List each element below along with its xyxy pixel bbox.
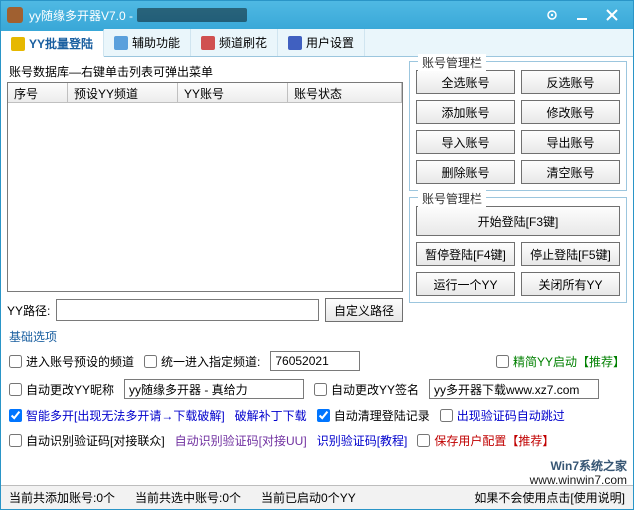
tab-label: 频道刷花 — [219, 34, 267, 51]
custom-path-button[interactable]: 自定义路径 — [325, 298, 403, 322]
watermark-title: Win7系统之家 — [550, 459, 627, 473]
tool-icon — [114, 36, 128, 50]
auto-clear-checkbox[interactable]: 自动清理登陆记录 — [317, 407, 430, 424]
app-icon — [7, 7, 23, 23]
auto-nick-checkbox[interactable]: 自动更改YY昵称 — [9, 381, 114, 398]
col-status: 账号状态 — [288, 83, 402, 102]
auto-sig-checkbox[interactable]: 自动更改YY签名 — [314, 381, 419, 398]
tab-label: 辅助功能 — [132, 34, 180, 51]
title-bar: yy随缘多开器V7.0 - — [1, 1, 633, 29]
group-title: 账号管理栏 — [418, 54, 486, 71]
checkbox-label: 自动清理登陆记录 — [334, 407, 430, 424]
tab-user-settings[interactable]: 用户设置 — [278, 29, 365, 56]
tab-bar: YY批量登陆 辅助功能 频道刷花 用户设置 — [1, 29, 633, 57]
clear-account-button[interactable]: 清空账号 — [521, 160, 620, 184]
invert-select-button[interactable]: 反选账号 — [521, 70, 620, 94]
login-control-group: 账号管理栏 开始登陆[F3键] 暂停登陆[F4键] 停止登陆[F5键] 运行一个… — [409, 197, 627, 303]
close-icon[interactable] — [597, 5, 627, 25]
edit-account-button[interactable]: 修改账号 — [521, 100, 620, 124]
import-account-button[interactable]: 导入账号 — [416, 130, 515, 154]
run-one-button[interactable]: 运行一个YY — [416, 272, 515, 296]
tab-channel-flower[interactable]: 频道刷花 — [191, 29, 278, 56]
tab-batch-login[interactable]: YY批量登陆 — [1, 29, 104, 57]
settings-icon[interactable] — [537, 5, 567, 25]
minimize-icon[interactable] — [567, 5, 597, 25]
close-all-button[interactable]: 关闭所有YY — [521, 272, 620, 296]
smart-multi-checkbox[interactable]: 智能多开[出现无法多开请→下载破解] — [9, 407, 225, 424]
users-icon — [288, 36, 302, 50]
enter-preset-checkbox[interactable]: 进入账号预设的频道 — [9, 353, 134, 370]
checkbox-label: 精简YY启动【推荐】 — [513, 353, 625, 370]
face-icon — [11, 37, 25, 51]
auto-captcha-uu-link[interactable]: 自动识别验证码[对接UU] — [175, 432, 307, 449]
checkbox-label: 保存用户配置【推荐】 — [434, 432, 554, 449]
flower-icon — [201, 36, 215, 50]
delete-account-button[interactable]: 删除账号 — [416, 160, 515, 184]
patch-download-link[interactable]: 破解补丁下载 — [235, 407, 307, 424]
lite-launch-checkbox[interactable]: 精简YY启动【推荐】 — [496, 353, 625, 370]
start-login-button[interactable]: 开始登陆[F3键] — [416, 206, 620, 236]
status-added: 当前共添加账号:0个 — [9, 489, 115, 506]
tab-label: YY批量登陆 — [29, 35, 93, 52]
checkbox-label: 自动识别验证码[对接联众] — [26, 432, 165, 449]
checkbox-label: 自动更改YY昵称 — [26, 381, 114, 398]
checkbox-label: 进入账号预设的频道 — [26, 353, 134, 370]
status-selected: 当前共选中账号:0个 — [135, 489, 241, 506]
select-all-button[interactable]: 全选账号 — [416, 70, 515, 94]
window-title: yy随缘多开器V7.0 - — [29, 7, 133, 24]
basic-options-label: 基础选项 — [9, 328, 633, 345]
auto-captcha-lian-checkbox[interactable]: 自动识别验证码[对接联众] — [9, 432, 165, 449]
title-blurred — [137, 8, 247, 22]
status-help: 如果不会使用点击[使用说明] — [474, 489, 625, 506]
col-index: 序号 — [8, 83, 68, 102]
status-running: 当前已启动0个YY — [261, 489, 356, 506]
tab-helper[interactable]: 辅助功能 — [104, 29, 191, 56]
path-label: YY路径: — [7, 302, 50, 319]
group-title: 账号管理栏 — [418, 190, 486, 207]
checkbox-label: 自动更改YY签名 — [331, 381, 419, 398]
table-hint: 账号数据库—右键单击列表可弹出菜单 — [7, 61, 403, 82]
col-preset-channel: 预设YY频道 — [68, 83, 178, 102]
pause-login-button[interactable]: 暂停登陆[F4键] — [416, 242, 515, 266]
yy-path-input[interactable] — [56, 299, 319, 321]
checkbox-label: 出现验证码自动跳过 — [457, 407, 565, 424]
checkbox-label: 统一进入指定频道: — [161, 353, 260, 370]
stop-login-button[interactable]: 停止登陆[F5键] — [521, 242, 620, 266]
nick-input[interactable] — [124, 379, 304, 399]
col-account: YY账号 — [178, 83, 288, 102]
tab-label: 用户设置 — [306, 34, 354, 51]
export-account-button[interactable]: 导出账号 — [521, 130, 620, 154]
account-manage-group: 账号管理栏 全选账号 反选账号 添加账号 修改账号 导入账号 导出账号 删除账号… — [409, 61, 627, 191]
table-header: 序号 预设YY频道 YY账号 账号状态 — [8, 83, 402, 103]
save-config-checkbox[interactable]: 保存用户配置【推荐】 — [417, 432, 554, 449]
account-table[interactable]: 序号 预设YY频道 YY账号 账号状态 — [7, 82, 403, 292]
unified-channel-input[interactable] — [270, 351, 360, 371]
captcha-skip-checkbox[interactable]: 出现验证码自动跳过 — [440, 407, 565, 424]
sig-input[interactable] — [429, 379, 599, 399]
add-account-button[interactable]: 添加账号 — [416, 100, 515, 124]
checkbox-label: 智能多开[出现无法多开请→下载破解] — [26, 407, 225, 424]
captcha-tutorial-link[interactable]: 识别验证码[教程] — [317, 432, 408, 449]
unified-enter-checkbox[interactable]: 统一进入指定频道: — [144, 353, 260, 370]
watermark: Win7系统之家 www.winwin7.com — [530, 458, 627, 487]
status-bar: 当前共添加账号:0个 当前共选中账号:0个 当前已启动0个YY 如果不会使用点击… — [1, 485, 633, 509]
